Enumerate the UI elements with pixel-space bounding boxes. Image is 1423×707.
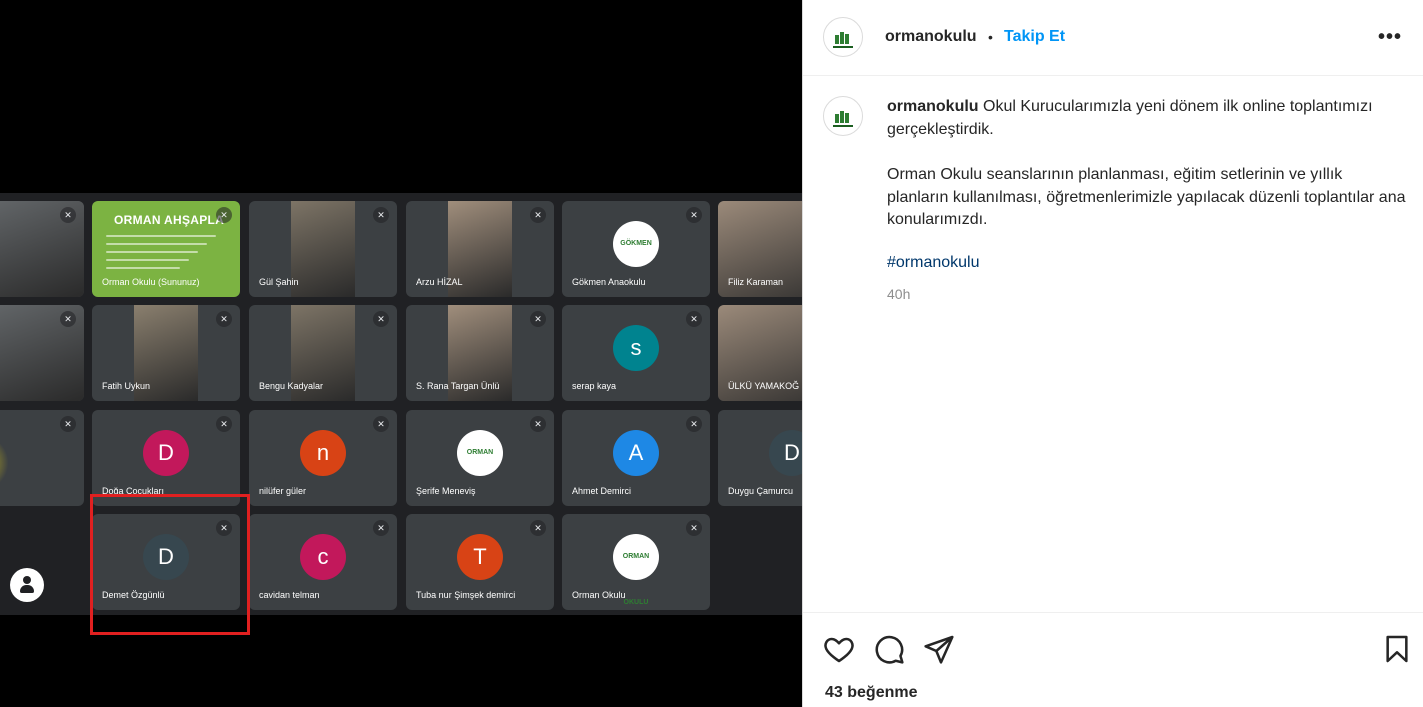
caption-paragraph: Orman Okulu seanslarının planlanması, eğ… [887,166,1406,228]
participant-name: Fatih Uykun [102,381,151,391]
participant-tile: D✕Duygu Çamurcu [718,410,802,506]
participant-tile: ORMAN OKULU ✕ Orman Okulu [562,514,710,610]
participant-tile: ✕ [0,410,84,506]
muted-mic-icon: ✕ [686,207,702,223]
participant-initial-avatar: s [613,325,659,371]
username-link[interactable]: ormanokulu [885,28,977,46]
muted-mic-icon: ✕ [373,520,389,536]
participant-initial-avatar: D [769,430,802,476]
muted-mic-icon: ✕ [216,207,232,223]
participant-name: Ahmet Demirci [572,486,632,496]
participant-initial-avatar: T [457,534,503,580]
muted-mic-icon: ✕ [373,207,389,223]
participant-initial-avatar: c [300,534,346,580]
participant-name: Bengu Kadyalar [259,381,324,391]
post-media[interactable]: ✕ ORMAN AHŞAPLA ✕ Orman Okulu (Sununuz) ✕ Gül… [0,0,802,707]
muted-mic-icon: ✕ [373,311,389,327]
participant-tile: T ✕ Tuba nur Şimşek demirci [406,514,554,610]
more-options-icon[interactable]: ••• [1378,26,1402,49]
participant-name: serap kaya [572,381,617,391]
participant-tile: n ✕ nilüfer güler [249,410,397,506]
participant-name: Orman Okulu (Sununuz) [102,277,200,287]
follow-button[interactable]: Takip Et [1004,28,1065,46]
caption-username[interactable]: ormanokulu [887,98,979,115]
self-view-avatar-icon [10,568,44,602]
participant-name: cavidan telman [259,590,320,600]
muted-mic-icon: ✕ [530,416,546,432]
participant-tile: ✕ [0,201,84,297]
share-send-icon[interactable] [923,633,955,665]
separator-dot: • [988,29,993,45]
participant-video [291,201,355,297]
likes-count[interactable]: 43 beğenme [825,684,917,702]
participant-tile: D ✕ Doğa Çocukları [92,410,240,506]
participant-tile: ✕ [0,305,84,401]
participant-logo: ORMAN [457,430,503,476]
post-timestamp[interactable]: 40h [887,286,910,302]
participant-tile: ✕Filiz Karaman [718,201,802,297]
participant-name: Arzu HİZAL [416,277,463,287]
comment-icon[interactable] [873,633,905,665]
participant-tile: ✕ Fatih Uykun [92,305,240,401]
participant-name: ÜLKÜ YAMAKOĞ [728,381,800,391]
highlight-box [90,494,250,635]
post-sidebar: ormanokulu • Takip Et ••• ormanokulu Oku… [802,0,1423,707]
participant-tile: ORMAN ✕ Şerife Meneviş [406,410,554,506]
muted-mic-icon: ✕ [530,311,546,327]
profile-avatar[interactable] [823,17,863,57]
participant-initial-avatar: D [143,430,189,476]
participant-tile: ✕ S. Rana Targan Ünlü [406,305,554,401]
participant-name: Filiz Karaman [728,277,784,287]
muted-mic-icon: ✕ [530,207,546,223]
participant-initial-avatar: A [613,430,659,476]
muted-mic-icon: ✕ [686,311,702,327]
slide-title: ORMAN AHŞAPLA [114,213,225,227]
participant-tile: ✕ Bengu Kadyalar [249,305,397,401]
participant-logo: GÖKMEN [613,221,659,267]
participant-name: Tuba nur Şimşek demirci [416,590,516,600]
participant-tile: c ✕ cavidan telman [249,514,397,610]
muted-mic-icon: ✕ [530,520,546,536]
caption: ormanokulu Okul Kurucularımızla yeni dön… [887,96,1407,141]
participant-tile: GÖKMEN ✕ Gökmen Anaokulu [562,201,710,297]
muted-mic-icon: ✕ [373,416,389,432]
save-bookmark-icon[interactable] [1381,633,1413,665]
muted-mic-icon: ✕ [216,311,232,327]
participant-tile: ✕ Gül Şahin [249,201,397,297]
participant-tile: s ✕ serap kaya [562,305,710,401]
participant-name: Orman Okulu [572,590,626,600]
action-bar: 43 beğenme [803,612,1423,707]
participant-tile: ✕ Arzu HİZAL [406,201,554,297]
muted-mic-icon: ✕ [60,416,76,432]
muted-mic-icon: ✕ [686,416,702,432]
hashtag-link[interactable]: #ormanokulu [887,254,980,272]
muted-mic-icon: ✕ [60,311,76,327]
participant-tile: ✕ÜLKÜ YAMAKOĞ [718,305,802,401]
participant-name: Duygu Çamurcu [728,486,794,496]
participant-name: Gökmen Anaokulu [572,277,646,287]
participant-name: S. Rana Targan Ünlü [416,381,500,391]
muted-mic-icon: ✕ [60,207,76,223]
participant-tile: A ✕ Ahmet Demirci [562,410,710,506]
caption-avatar[interactable] [823,96,863,136]
muted-mic-icon: ✕ [216,416,232,432]
participant-name: Şerife Meneviş [416,486,476,496]
participant-name: nilüfer güler [259,486,307,496]
muted-mic-icon: ✕ [686,520,702,536]
like-heart-icon[interactable] [823,633,855,665]
participant-initial-avatar: n [300,430,346,476]
participant-name: Gül Şahin [259,277,299,287]
participant-logo: ORMAN OKULU [613,534,659,606]
post-header: ormanokulu • Takip Et ••• [803,0,1423,76]
participant-tile: ORMAN AHŞAPLA ✕ Orman Okulu (Sununuz) [92,201,240,297]
